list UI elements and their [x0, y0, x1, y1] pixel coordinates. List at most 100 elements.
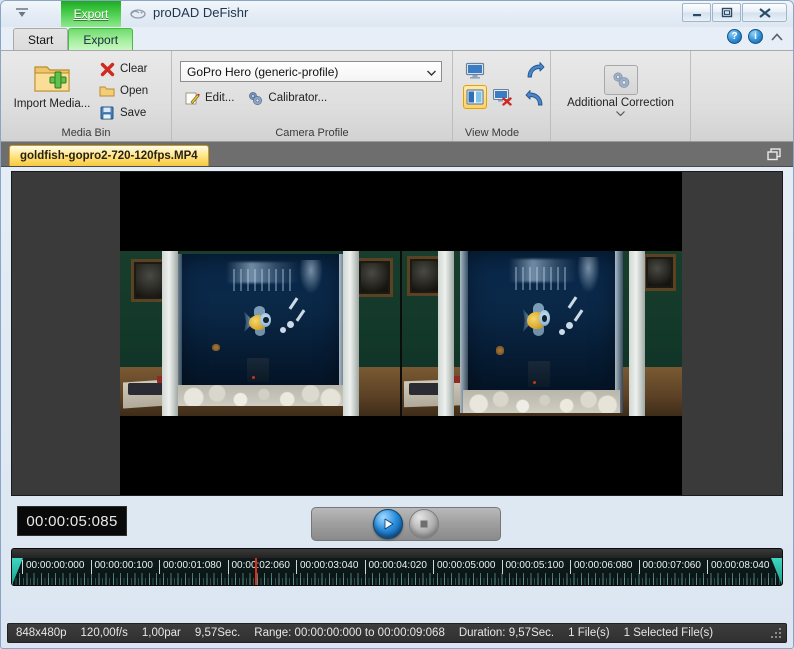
- media-bin-group-label: Media Bin: [61, 127, 111, 139]
- status-selected-files: 1 Selected File(s): [623, 627, 714, 639]
- app-logo-icon: [129, 6, 147, 22]
- clear-label: Clear: [120, 63, 148, 75]
- timeline-ruler[interactable]: 00:00:00:000 00:00:00:100 00:00:01:080 00:0…: [11, 548, 783, 586]
- video-preview-area[interactable]: [11, 171, 783, 496]
- timeline-tick-label: 00:00:03:040: [296, 560, 358, 574]
- preview-split-divider[interactable]: [400, 251, 402, 416]
- stop-button[interactable]: [409, 509, 439, 539]
- playback-button-bar: [311, 507, 501, 541]
- ribbon-tab-strip: Start Export ? i: [1, 27, 793, 50]
- tab-start[interactable]: Start: [13, 28, 69, 50]
- play-button[interactable]: [373, 509, 403, 539]
- play-icon: [384, 518, 394, 530]
- ribbon-group-view-mode: View Mode: [452, 51, 550, 141]
- monitor-disabled-icon: [492, 88, 512, 106]
- status-resolution: 848x480p: [16, 627, 67, 639]
- calibrator-label: Calibrator...: [268, 92, 328, 104]
- gears-icon: [247, 90, 263, 106]
- folder-open-icon: [99, 83, 115, 99]
- split-compare-icon: [466, 89, 484, 105]
- resize-grip-icon[interactable]: [770, 627, 782, 639]
- tab-export[interactable]: Export: [68, 28, 134, 50]
- camera-profile-actions: Edit... Calibrator...: [180, 88, 444, 108]
- step-forward-arrow-button[interactable]: [522, 59, 548, 83]
- timeline-tick-label: 00:00:00:100: [90, 560, 153, 574]
- additional-correction-label: Additional Correction: [567, 97, 674, 109]
- chevron-down-icon: [616, 111, 625, 116]
- media-bin-actions: Clear Open Save: [95, 57, 155, 123]
- pencil-edit-icon: [184, 90, 200, 106]
- monitor-icon: [465, 62, 485, 79]
- additional-correction-icon: [603, 65, 638, 95]
- preview-pane-original[interactable]: [120, 251, 401, 416]
- customize-quick-access-icon[interactable]: [13, 6, 31, 20]
- red-x-icon: [99, 61, 115, 77]
- timeline-tick-label: 00:00:08:040: [707, 560, 769, 574]
- clear-button[interactable]: Clear: [95, 59, 155, 79]
- window-controls: [682, 3, 787, 22]
- step-back-arrow-button[interactable]: [522, 87, 548, 111]
- import-media-label: Import Media...: [13, 98, 91, 110]
- timeline-playhead[interactable]: [254, 558, 257, 585]
- title-bar: Export proDAD DeFishr: [1, 1, 793, 27]
- additional-correction-button[interactable]: Additional Correction: [562, 61, 680, 116]
- ribbon-empty-space: [690, 51, 793, 141]
- stop-icon: [420, 520, 428, 528]
- preview-pane-corrected[interactable]: [401, 251, 682, 416]
- view-split-compare-button[interactable]: [463, 85, 487, 109]
- status-files: 1 File(s): [568, 627, 610, 639]
- ribbon-group-media-bin: Import Media... Clear Open Save Media Bi…: [1, 51, 171, 141]
- timeline-major-ticks: [12, 573, 782, 585]
- timeline-tick-label: 00:00:05:000: [433, 560, 495, 574]
- status-framerate: 120,00f/s: [80, 627, 128, 639]
- status-seconds: 9,57Sec.: [194, 627, 241, 639]
- view-single-monitor-button[interactable]: [463, 59, 487, 83]
- floppy-disk-icon: [99, 105, 115, 121]
- save-label: Save: [120, 107, 147, 119]
- maximize-button[interactable]: [712, 3, 741, 22]
- save-button[interactable]: Save: [95, 103, 155, 123]
- import-media-icon: [34, 66, 70, 92]
- collapse-ribbon-icon[interactable]: [769, 30, 785, 44]
- info-icon[interactable]: i: [748, 29, 763, 44]
- status-range: Range: 00:00:00:000 to 00:00:09:068: [254, 627, 445, 639]
- camera-profile-select[interactable]: GoPro Hero (generic-profile): [180, 61, 442, 82]
- view-transfer-arrows: [514, 57, 548, 111]
- view-mode-buttons: [463, 57, 514, 109]
- ribbon-group-additional-correction: Additional Correction: [550, 51, 690, 141]
- application-window: Export proDAD DeFishr Start Export ? i I…: [0, 0, 794, 649]
- timeline-tick-label: 00:00:04:020: [364, 560, 427, 574]
- minimize-button[interactable]: [682, 3, 711, 22]
- open-button[interactable]: Open: [95, 81, 155, 101]
- import-media-button[interactable]: Import Media...: [9, 57, 95, 111]
- status-par: 1,00par: [141, 627, 181, 639]
- timecode-display[interactable]: 00:00:05:085: [17, 506, 127, 536]
- timeline-header: [12, 549, 782, 558]
- document-tab-bar: goldfish-gopro2-720-120fps.MP4: [1, 142, 793, 167]
- timeline-tick-label: 00:00:02:060: [227, 560, 290, 574]
- status-duration: Duration: 9,57Sec.: [458, 627, 555, 639]
- ribbon-group-camera-profile: GoPro Hero (generic-profile) Edit... Cal…: [171, 51, 452, 141]
- edit-profile-label: Edit...: [205, 92, 235, 104]
- view-disabled-monitor-button[interactable]: [490, 85, 514, 109]
- timeline-tick-label: 00:00:00:000: [22, 560, 84, 574]
- timeline-tick-label: 00:00:01:080: [159, 560, 221, 574]
- camera-profile-value: GoPro Hero (generic-profile): [187, 64, 339, 79]
- camera-profile-group-label: Camera Profile: [275, 127, 349, 139]
- help-icon[interactable]: ?: [727, 29, 742, 44]
- window-title: proDAD DeFishr: [153, 5, 249, 20]
- quick-export-button[interactable]: Export: [61, 1, 121, 27]
- calibrator-button[interactable]: Calibrator...: [243, 88, 334, 108]
- restore-window-icon[interactable]: [767, 148, 781, 161]
- transport-controls: 00:00:05:085: [11, 502, 783, 548]
- document-tab-goldfish[interactable]: goldfish-gopro2-720-120fps.MP4: [9, 145, 209, 166]
- open-label: Open: [120, 85, 149, 97]
- arrow-curve-left-icon: [525, 90, 543, 106]
- arrow-curve-right-icon: [527, 62, 545, 78]
- edit-profile-button[interactable]: Edit...: [180, 88, 241, 108]
- ribbon-help-icons: ? i: [727, 29, 785, 44]
- timeline-tick-label: 00:00:05:100: [501, 560, 564, 574]
- close-button[interactable]: [742, 3, 787, 22]
- status-bar: 848x480p 120,00f/s 1,00par 9,57Sec. Rang…: [7, 623, 787, 643]
- view-mode-group-label: View Mode: [464, 127, 520, 139]
